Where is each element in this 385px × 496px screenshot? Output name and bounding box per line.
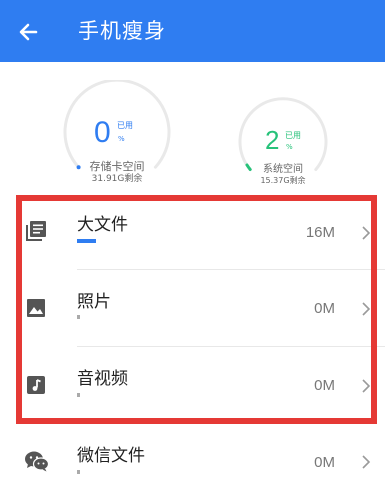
category-size: 0M bbox=[314, 377, 335, 394]
category-size: 16M bbox=[305, 224, 335, 241]
category-label: 大文件 bbox=[77, 215, 128, 235]
sd-card-percent-unit: % bbox=[118, 135, 125, 143]
category-label: 微信文件 bbox=[77, 446, 145, 466]
sd-card-storage-gauge: 0 已用 % 存储卡空间 31.91G剩余 bbox=[62, 80, 172, 190]
system-used-percent: 2 bbox=[265, 125, 280, 155]
category-row-large-files[interactable]: 大文件 16M bbox=[0, 194, 385, 271]
category-size: 0M bbox=[314, 300, 335, 317]
chevron-right-icon bbox=[362, 379, 371, 393]
back-button[interactable] bbox=[14, 17, 44, 47]
category-label: 音视频 bbox=[77, 369, 128, 389]
arrow-left-icon bbox=[19, 23, 38, 41]
category-usage-bar bbox=[77, 239, 96, 243]
chevron-right-icon bbox=[362, 455, 371, 469]
system-percent-unit: % bbox=[286, 143, 293, 151]
image-icon bbox=[24, 296, 48, 320]
category-size: 0M bbox=[314, 454, 335, 471]
category-usage-bar bbox=[77, 315, 80, 319]
system-label: 系统空间 bbox=[263, 164, 303, 175]
page-title: 手机瘦身 bbox=[78, 19, 166, 43]
sd-card-label: 存储卡空间 bbox=[89, 160, 145, 173]
music-note-icon bbox=[24, 373, 48, 397]
document-list-icon bbox=[24, 219, 48, 243]
sd-card-free-space: 31.91G剩余 bbox=[91, 174, 143, 184]
system-storage-gauge: 2 已用 % 系统空间 15.37G剩余 bbox=[236, 95, 330, 189]
chevron-right-icon bbox=[362, 226, 371, 240]
sd-card-used-label: 已用 bbox=[117, 121, 133, 130]
chevron-right-icon bbox=[362, 302, 371, 316]
sd-card-used-percent: 0 bbox=[94, 116, 111, 149]
category-row-wechat-files[interactable]: 微信文件 0M bbox=[0, 425, 385, 496]
system-free-space: 15.37G剩余 bbox=[260, 176, 306, 185]
wechat-icon bbox=[24, 449, 50, 473]
category-usage-bar bbox=[77, 393, 80, 397]
category-label: 照片 bbox=[77, 292, 111, 312]
category-usage-bar bbox=[77, 470, 80, 474]
system-used-label: 已用 bbox=[285, 131, 301, 140]
app-bar: 手机瘦身 bbox=[0, 0, 385, 62]
category-row-photos[interactable]: 照片 0M bbox=[0, 270, 385, 347]
category-row-audio-video[interactable]: 音视频 0M bbox=[0, 347, 385, 424]
